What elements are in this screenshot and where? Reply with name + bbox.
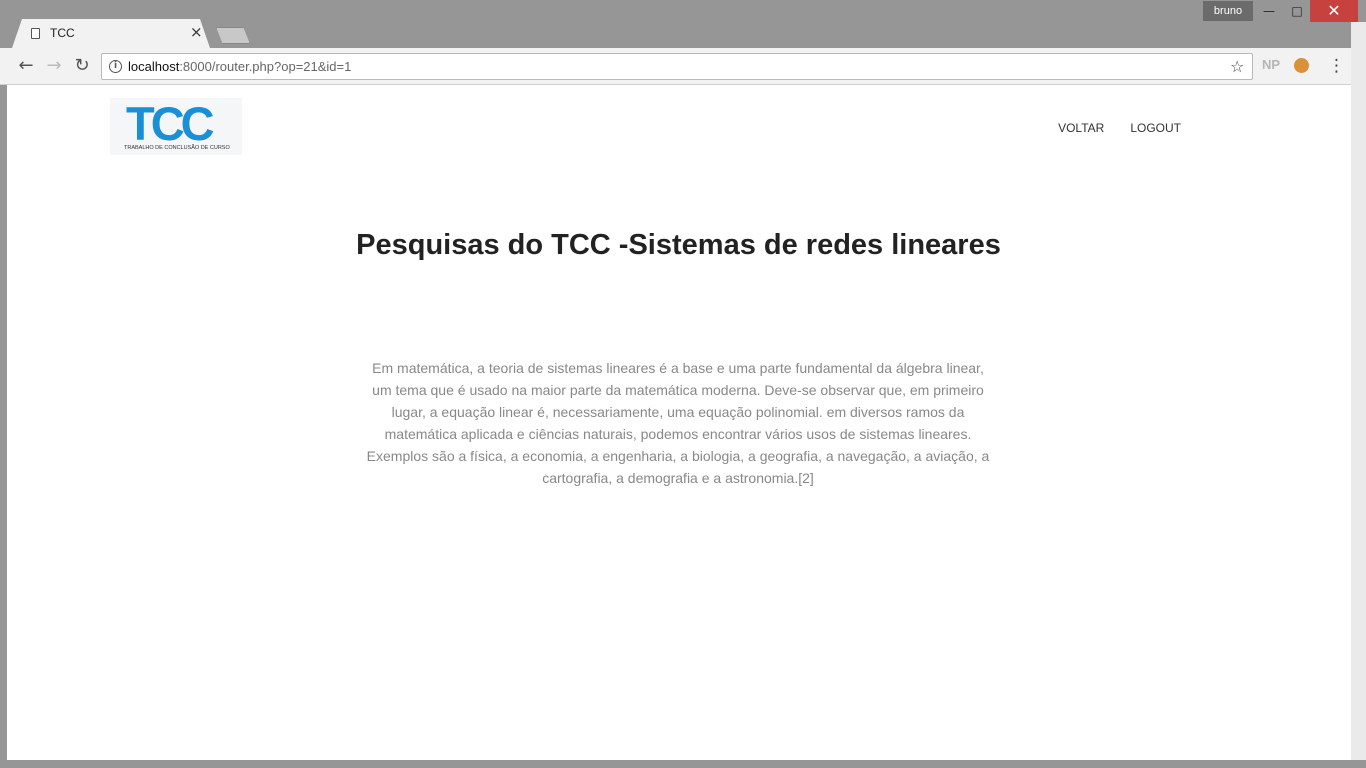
browser-tab[interactable]: TCC ×	[12, 19, 210, 48]
logout-link[interactable]: LOGOUT	[1130, 121, 1181, 135]
tab-close-icon[interactable]: ×	[190, 23, 203, 41]
bookmark-star-icon[interactable]: ☆	[1230, 57, 1244, 76]
site-logo[interactable]: TCC TRABALHO DE CONCLUSÃO DE CURSO	[110, 98, 242, 155]
article-body: Em matemática, a teoria de sistemas line…	[366, 360, 990, 486]
page-icon	[31, 28, 40, 39]
url-path: :8000/router.php?op=21&id=1	[179, 59, 352, 74]
close-window-icon[interactable]: ✕	[1310, 0, 1358, 22]
info-icon[interactable]: i	[109, 60, 122, 73]
reload-icon[interactable]: ↻	[71, 55, 93, 77]
browser-window: bruno — □ ✕ TCC × ← → ↻ i localhost:8000…	[0, 0, 1366, 768]
site-nav: VOLTAR LOGOUT	[1058, 121, 1181, 135]
new-tab-button[interactable]	[216, 27, 250, 44]
title-bar: bruno — □ ✕ TCC ×	[0, 0, 1366, 48]
page-viewport: TCC TRABALHO DE CONCLUSÃO DE CURSO VOLTA…	[7, 85, 1351, 760]
url-host: localhost	[128, 59, 180, 74]
browser-toolbar: ← → ↻ i localhost:8000/router.php?op=21&…	[0, 48, 1351, 85]
voltar-link[interactable]: VOLTAR	[1058, 121, 1104, 135]
cookie-extension-icon[interactable]	[1294, 58, 1309, 73]
page-title: Pesquisas do TCC -Sistemas de redes line…	[356, 229, 1001, 261]
logo-mark: TCC	[126, 97, 215, 150]
scrollbar[interactable]	[1351, 22, 1366, 768]
tab-title: TCC	[50, 26, 75, 40]
logo-subtitle: TRABALHO DE CONCLUSÃO DE CURSO	[124, 145, 230, 151]
window-bottom-border	[0, 760, 1366, 768]
url-text[interactable]: localhost:8000/router.php?op=21&id=1	[128, 59, 351, 74]
maximize-icon[interactable]: □	[1281, 0, 1313, 22]
np-extension-icon[interactable]: NP	[1262, 57, 1280, 72]
browser-menu-icon[interactable]: ⋮	[1328, 56, 1345, 76]
forward-arrow-icon[interactable]: →	[43, 55, 65, 77]
profile-badge[interactable]: bruno	[1203, 1, 1253, 21]
address-bar[interactable]: i localhost:8000/router.php?op=21&id=1 ☆	[101, 53, 1253, 80]
back-arrow-icon[interactable]: ←	[15, 55, 37, 77]
